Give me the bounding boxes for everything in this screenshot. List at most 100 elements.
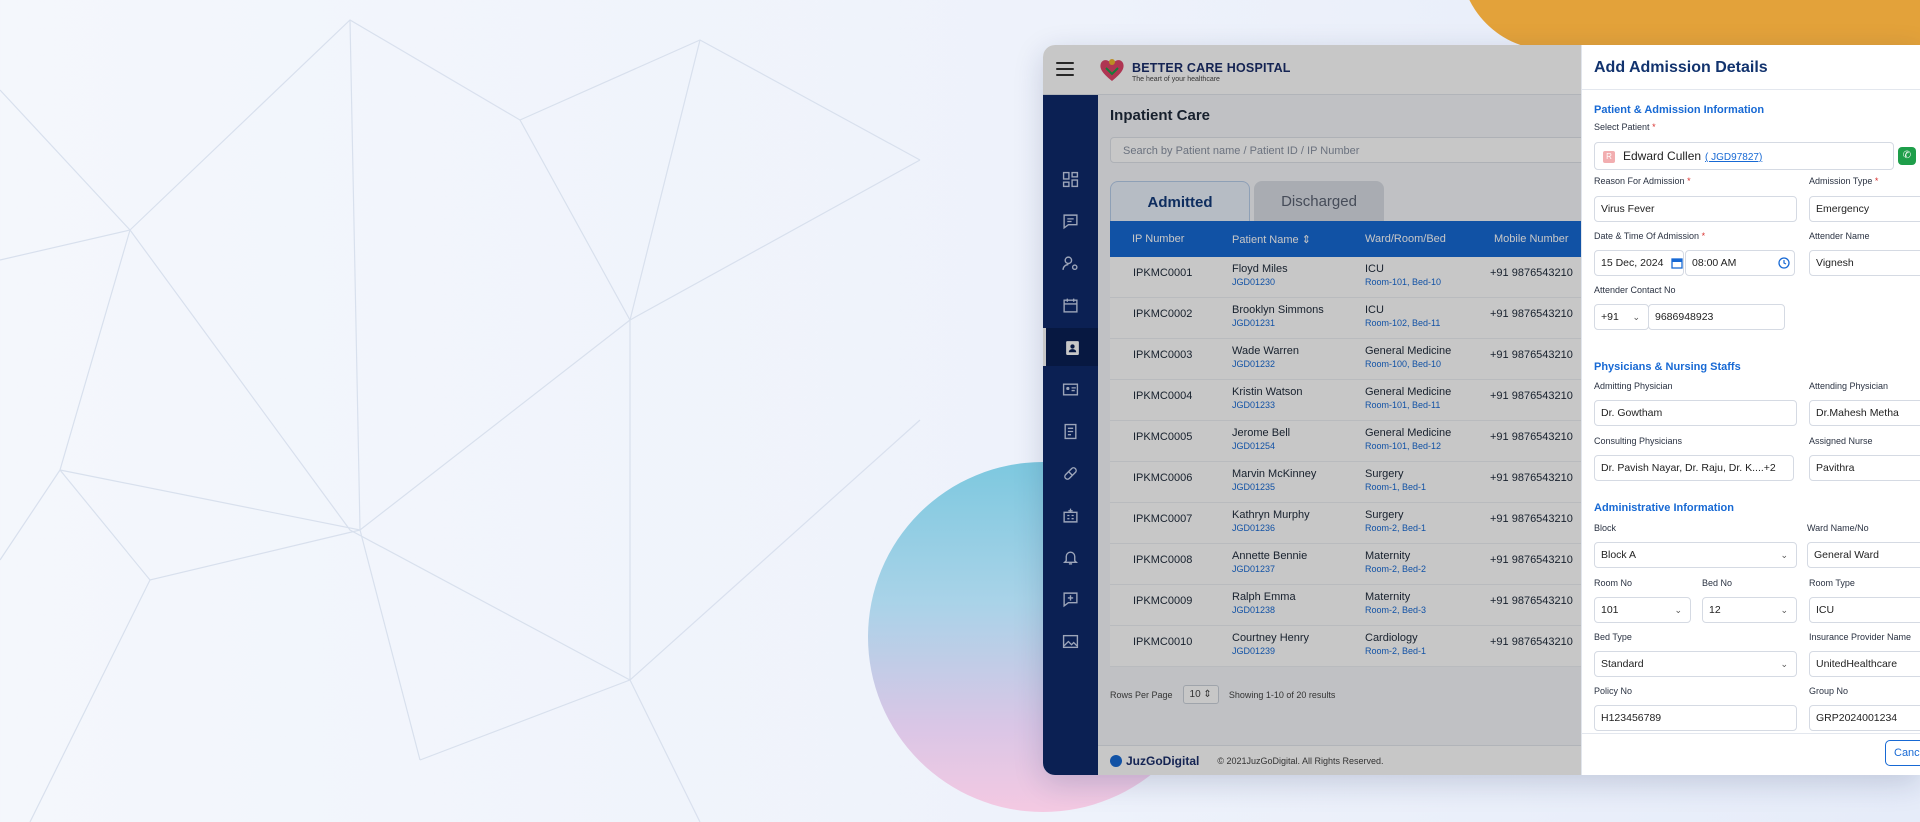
select-patient-field[interactable]: R Edward Cullen( JGD97827)	[1594, 142, 1894, 170]
admitting-label: Admitting Physician	[1594, 381, 1673, 391]
table-row[interactable]: IPKMC0007 Kathryn Murphy JGD01236 Surgery Ro…	[1110, 503, 1590, 544]
dashboard-icon[interactable]	[1043, 160, 1098, 198]
patient-id[interactable]: JGD01254	[1232, 441, 1290, 451]
bed-type-select[interactable]: Standard ⌄	[1594, 651, 1797, 677]
bed-no-select[interactable]: 12 ⌄	[1702, 597, 1797, 623]
table-row[interactable]: IPKMC0002 Brooklyn Simmons JGD01231 ICU Room…	[1110, 298, 1590, 339]
ward-cell: General Medicine Room-101, Bed-12	[1365, 427, 1451, 451]
attender-name-label: Attender Name	[1809, 231, 1870, 241]
table-row[interactable]: IPKMC0010 Courtney Henry JGD01239 Cardiolog…	[1110, 626, 1590, 667]
patient-id[interactable]: JGD01236	[1232, 523, 1310, 533]
add-message-icon[interactable]	[1043, 580, 1098, 618]
brand-tagline: The heart of your healthcare	[1132, 76, 1220, 83]
policy-field[interactable]: H123456789	[1594, 705, 1797, 731]
mobile-number: +91 9876543210	[1490, 390, 1573, 402]
tab-admitted[interactable]: Admitted	[1110, 181, 1250, 221]
admitting-field[interactable]: Dr. Gowtham	[1594, 400, 1797, 426]
hospital-icon[interactable]	[1043, 496, 1098, 534]
patient-id[interactable]: JGD01232	[1232, 359, 1299, 369]
country-code-select[interactable]: +91 ⌄	[1594, 304, 1649, 330]
patient-id[interactable]: JGD01230	[1232, 277, 1288, 287]
patient-name: Wade Warren	[1232, 345, 1300, 357]
room-no-label: Room No	[1594, 578, 1633, 588]
search-input[interactable]: Search by Patient name / Patient ID / IP…	[1110, 137, 1590, 163]
pill-icon[interactable]	[1043, 454, 1098, 492]
col-patient-name[interactable]: Patient Name ⇕	[1232, 233, 1311, 246]
room-type-field[interactable]: ICU	[1809, 597, 1920, 623]
report-icon[interactable]	[1043, 412, 1098, 450]
attending-field[interactable]: Dr.Mahesh Metha	[1809, 400, 1920, 426]
user-settings-icon[interactable]	[1043, 244, 1098, 282]
patient-id[interactable]: JGD01237	[1232, 564, 1307, 574]
alarm-icon[interactable]	[1043, 538, 1098, 576]
ward-name: Maternity	[1365, 550, 1411, 562]
copyright: © 2021JuzGoDigital. All Rights Reserved.	[1217, 755, 1384, 766]
admission-type-select[interactable]: Emergency	[1809, 196, 1920, 222]
patient-cell: Floyd Miles JGD01230	[1232, 263, 1288, 287]
patient-name: Kathryn Murphy	[1232, 509, 1310, 521]
ward-cell: Surgery Room-1, Bed-1	[1365, 468, 1426, 492]
patient-id[interactable]: JGD01238	[1232, 605, 1296, 615]
consulting-field[interactable]: Dr. Pavish Nayar, Dr. Raju, Dr. K....+2	[1594, 455, 1794, 481]
attender-contact-field[interactable]: 9686948923	[1648, 304, 1785, 330]
menu-icon[interactable]	[1056, 62, 1074, 76]
col-mobile[interactable]: Mobile Number	[1494, 233, 1569, 245]
ward-name: Cardiology	[1365, 632, 1418, 644]
calendar-icon[interactable]	[1043, 286, 1098, 324]
chevron-down-icon: ⌄	[1780, 550, 1788, 560]
table-row[interactable]: IPKMC0008 Annette Bennie JGD01237 Maternity…	[1110, 544, 1590, 585]
ward-field[interactable]: General Ward	[1807, 542, 1920, 568]
chevron-down-icon: ⌄	[1674, 605, 1682, 615]
sidebar	[1043, 95, 1098, 775]
room-bed: Room-102, Bed-11	[1365, 318, 1441, 328]
ip-number: IPKMC0004	[1133, 390, 1193, 402]
patient-id[interactable]: JGD01235	[1232, 482, 1316, 492]
divider	[1582, 733, 1920, 734]
inpatient-icon[interactable]	[1043, 328, 1098, 366]
id-card-icon[interactable]	[1043, 370, 1098, 408]
patient-id[interactable]: JGD01239	[1232, 646, 1309, 656]
chat-icon[interactable]	[1043, 202, 1098, 240]
gallery-icon[interactable]	[1043, 622, 1098, 660]
insurance-field[interactable]: UnitedHealthcare	[1809, 651, 1920, 677]
tab-discharged[interactable]: Discharged	[1254, 181, 1384, 221]
clock-icon[interactable]	[1778, 257, 1790, 269]
datetime-label: Date & Time Of Admission *	[1594, 231, 1706, 241]
group-field[interactable]: GRP2024001234	[1809, 705, 1920, 731]
ward-cell: ICU Room-101, Bed-10	[1365, 263, 1441, 287]
table-row[interactable]: IPKMC0001 Floyd Miles JGD01230 ICU Room-101,…	[1110, 257, 1590, 298]
nurse-label: Assigned Nurse	[1809, 436, 1873, 446]
section-physicians: Physicians & Nursing Staffs	[1594, 361, 1741, 373]
calendar-icon[interactable]	[1671, 257, 1683, 269]
patient-id[interactable]: JGD01231	[1232, 318, 1324, 328]
room-type-label: Room Type	[1809, 578, 1855, 588]
phone-icon[interactable]: ✆	[1898, 147, 1916, 165]
patient-name: Brooklyn Simmons	[1232, 304, 1324, 316]
cancel-button[interactable]: Canc	[1885, 740, 1920, 766]
results-count: Showing 1-10 of 20 results	[1228, 689, 1336, 700]
patient-cell: Ralph Emma JGD01238	[1232, 591, 1296, 615]
attender-name-field[interactable]: Vignesh	[1809, 250, 1920, 276]
col-ip-number[interactable]: IP Number	[1132, 233, 1184, 245]
table-row[interactable]: IPKMC0009 Ralph Emma JGD01238 Maternity Room…	[1110, 585, 1590, 626]
ward-name: Surgery	[1365, 509, 1404, 521]
rows-per-page-label: Rows Per Page	[1110, 689, 1173, 700]
block-select[interactable]: Block A ⌄	[1594, 542, 1797, 568]
table-row[interactable]: IPKMC0003 Wade Warren JGD01232 General Medi…	[1110, 339, 1590, 380]
rows-per-page-select[interactable]: 10 ⇕	[1182, 685, 1219, 704]
ward-label: Ward Name/No	[1807, 523, 1869, 533]
room-no-select[interactable]: 101 ⌄	[1594, 597, 1691, 623]
reason-field[interactable]: Virus Fever	[1594, 196, 1797, 222]
table-body: IPKMC0001 Floyd Miles JGD01230 ICU Room-101,…	[1110, 257, 1590, 667]
nurse-field[interactable]: Pavithra	[1809, 455, 1920, 481]
ward-name: General Medicine	[1365, 427, 1452, 439]
room-bed: Room-2, Bed-2	[1365, 564, 1427, 574]
table-row[interactable]: IPKMC0005 Jerome Bell JGD01254 General Medi…	[1110, 421, 1590, 462]
table-row[interactable]: IPKMC0004 Kristin Watson JGD01233 General M…	[1110, 380, 1590, 421]
col-ward[interactable]: Ward/Room/Bed	[1365, 233, 1446, 245]
patient-name: Floyd Miles	[1232, 263, 1288, 275]
patient-cell: Kathryn Murphy JGD01236	[1232, 509, 1310, 533]
table-row[interactable]: IPKMC0006 Marvin McKinney JGD01235 Surgery R…	[1110, 462, 1590, 503]
decor-orange-shape	[1460, 0, 1920, 50]
patient-id[interactable]: JGD01233	[1232, 400, 1303, 410]
